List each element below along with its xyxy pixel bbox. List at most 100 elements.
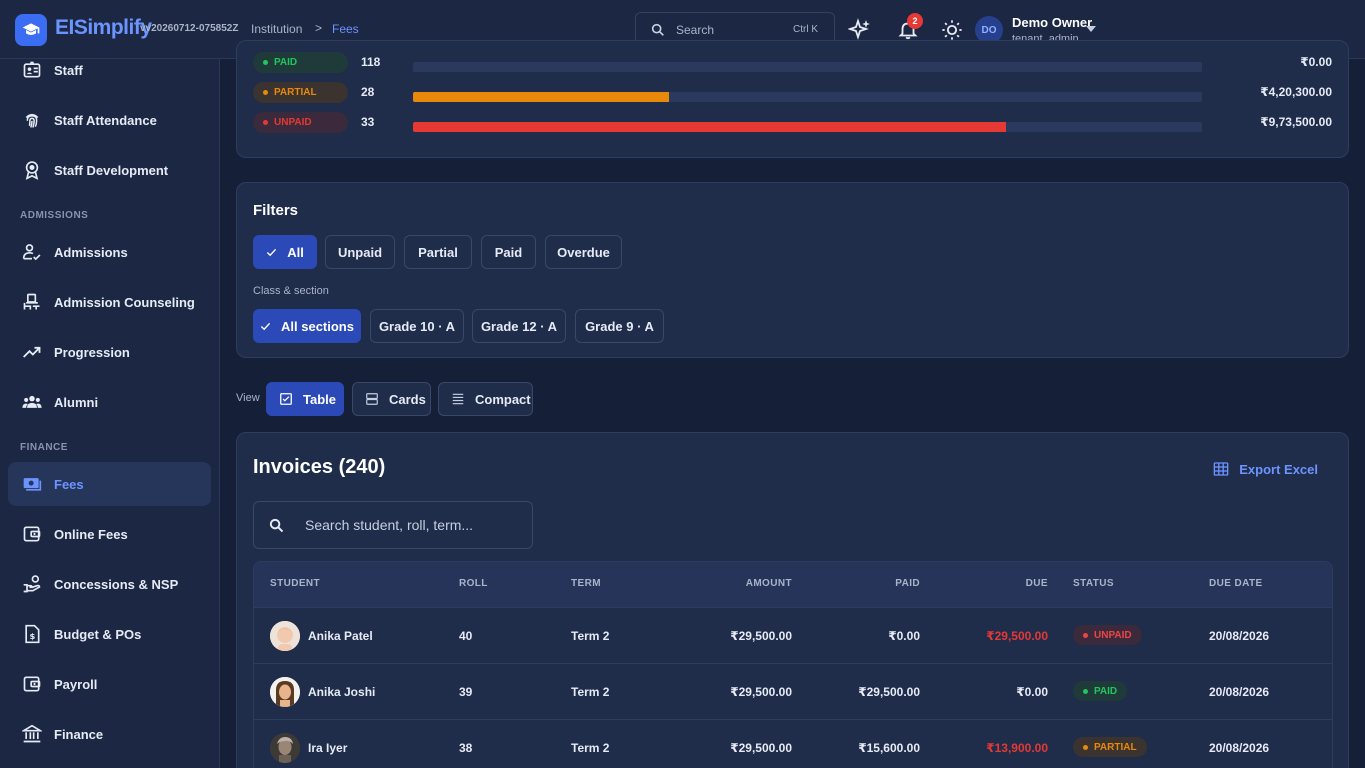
- svg-text:$: $: [30, 631, 36, 641]
- sidebar-item-admissions[interactable]: Admissions: [8, 230, 211, 274]
- compact-list-icon: [452, 393, 464, 405]
- roll-cell: 39: [459, 685, 473, 699]
- staff-badge-icon: [23, 61, 41, 78]
- student-avatar: [270, 677, 300, 707]
- filter-chip-unpaid[interactable]: Unpaid: [325, 235, 395, 269]
- invoice-search-placeholder: Search student, roll, term...: [305, 517, 474, 533]
- view-compact-button[interactable]: Compact: [438, 382, 533, 416]
- status-badge: PARTIAL: [1073, 737, 1147, 757]
- invoices-table: STUDENT ROLL TERM AMOUNT PAID DUE STATUS…: [253, 561, 1333, 768]
- status-dot: [263, 60, 268, 65]
- paid-cell: ₹15,600.00: [858, 741, 920, 755]
- sidebar-item-staff[interactable]: Staff: [8, 59, 211, 92]
- column-header-student[interactable]: STUDENT: [270, 578, 320, 589]
- view-table-button[interactable]: Table: [266, 382, 344, 416]
- ai-sparkle-icon[interactable]: [848, 18, 872, 42]
- invoices-title: Invoices (240): [253, 456, 385, 479]
- filter-chip-overdue[interactable]: Overdue: [545, 235, 622, 269]
- table-icon: [280, 393, 292, 405]
- filter-chip-paid[interactable]: Paid: [481, 235, 536, 269]
- invoice-search-input[interactable]: Search student, roll, term...: [253, 501, 533, 549]
- sidebar-item-label: Staff Attendance: [54, 112, 157, 128]
- sidebar-item-concessions-nsp[interactable]: Concessions & NSP: [8, 562, 211, 606]
- export-excel-button[interactable]: Export Excel: [1213, 461, 1318, 477]
- sidebar-item-online-fees[interactable]: Online Fees: [8, 512, 211, 556]
- app-version: vv20260712-075852Z: [140, 23, 239, 34]
- term-cell: Term 2: [571, 685, 610, 699]
- section-chip-all-sections[interactable]: All sections: [253, 309, 361, 343]
- column-header-due[interactable]: DUE: [1026, 578, 1048, 589]
- summary-status-paid-badge: PAID: [253, 52, 348, 73]
- sidebar-item-budget-pos[interactable]: $ Budget & POs: [8, 612, 211, 656]
- amount-cell: ₹29,500.00: [730, 629, 792, 643]
- status-summary-card: PAID 118 ₹0.00 PARTIAL 28 ₹4,20,300.00 UNPAID 3…: [236, 40, 1349, 158]
- term-cell: Term 2: [571, 741, 610, 755]
- column-header-roll[interactable]: ROLL: [459, 578, 488, 589]
- breadcrumb-institution[interactable]: Institution: [251, 22, 302, 36]
- view-option-label: Compact: [475, 391, 531, 407]
- section-chip-grade-10-a[interactable]: Grade 10 · A: [370, 309, 464, 343]
- column-header-term[interactable]: TERM: [571, 578, 601, 589]
- search-icon: [651, 23, 664, 36]
- money-icon: [23, 478, 42, 491]
- due-date-cell: 20/08/2026: [1209, 741, 1270, 755]
- summary-partial-progress-fill: [413, 92, 670, 102]
- sidebar-item-label: Staff: [54, 62, 83, 78]
- invoices-title-text: Invoices: [253, 456, 334, 478]
- filter-chip-all[interactable]: All: [253, 235, 317, 269]
- sidebar-item-staff-development[interactable]: Staff Development: [8, 148, 211, 192]
- chevron-down-icon[interactable]: [1086, 26, 1096, 32]
- table-row[interactable]: Anika Joshi 39 Term 2 ₹29,500.00 ₹29,500…: [254, 663, 1332, 719]
- user-name[interactable]: Demo Owner: [1012, 15, 1092, 30]
- bank-icon: [22, 724, 42, 743]
- theme-sun-icon[interactable]: [940, 18, 964, 42]
- chip-label: Partial: [418, 244, 458, 260]
- summary-paid-count: 118: [361, 55, 381, 69]
- view-cards-button[interactable]: Cards: [352, 382, 431, 416]
- table-row[interactable]: Ira Iyer 38 Term 2 ₹29,500.00 ₹15,600.00…: [254, 719, 1332, 768]
- grid-table-icon: [1213, 462, 1229, 476]
- search-placeholder: Search: [676, 23, 715, 37]
- column-header-paid[interactable]: PAID: [895, 578, 920, 589]
- column-header-status[interactable]: STATUS: [1073, 578, 1114, 589]
- view-label: View: [236, 392, 260, 404]
- graduation-cap-icon[interactable]: [15, 14, 47, 46]
- sidebar-item-finance[interactable]: Finance: [8, 712, 211, 756]
- sidebar-item-staff-attendance[interactable]: Staff Attendance: [8, 98, 211, 142]
- section-chip-grade-9-a[interactable]: Grade 9 · A: [575, 309, 664, 343]
- student-name[interactable]: Anika Patel: [308, 629, 373, 643]
- sidebar: Staff Staff Attendance Staff Development…: [0, 59, 220, 768]
- student-name[interactable]: Anika Joshi: [308, 685, 375, 699]
- search-shortcut: Ctrl K: [793, 24, 818, 35]
- cards-icon: [366, 393, 378, 405]
- award-icon: [25, 161, 39, 180]
- sidebar-item-fees[interactable]: Fees: [8, 462, 211, 506]
- filter-chip-partial[interactable]: Partial: [404, 235, 472, 269]
- summary-unpaid-amount: ₹9,73,500.00: [1260, 115, 1332, 129]
- table-row[interactable]: Anika Patel 40 Term 2 ₹29,500.00 ₹0.00 ₹…: [254, 607, 1332, 663]
- sidebar-item-alumni[interactable]: Alumni: [8, 380, 211, 424]
- summary-paid-progress-track: [413, 62, 1202, 72]
- sidebar-item-label: Fees: [54, 476, 84, 492]
- student-name[interactable]: Ira Iyer: [308, 741, 347, 755]
- roll-cell: 40: [459, 629, 473, 643]
- section-chip-grade-12-a[interactable]: Grade 12 · A: [472, 309, 566, 343]
- status-badge: UNPAID: [1073, 625, 1142, 645]
- sidebar-item-progression[interactable]: Progression: [8, 330, 211, 374]
- summary-partial-amount: ₹4,20,300.00: [1260, 85, 1332, 99]
- trending-up-icon: [23, 346, 41, 358]
- chip-label: All sections: [281, 318, 354, 334]
- filters-title: Filters: [253, 202, 299, 219]
- sidebar-item-payroll[interactable]: Payroll: [8, 662, 211, 706]
- brand-name[interactable]: EISimplify: [55, 16, 152, 40]
- chip-label: Paid: [494, 244, 523, 260]
- sidebar-item-admission-counseling[interactable]: Admission Counseling: [8, 280, 211, 324]
- due-cell: ₹0.00: [1016, 685, 1048, 699]
- user-check-icon: [22, 244, 41, 261]
- column-header-due-date[interactable]: DUE DATE: [1209, 578, 1263, 589]
- counseling-icon: [23, 293, 40, 310]
- summary-status-label: PARTIAL: [274, 87, 317, 98]
- sidebar-item-label: Staff Development: [54, 162, 169, 178]
- summary-paid-amount: ₹0.00: [1300, 55, 1332, 69]
- column-header-amount[interactable]: AMOUNT: [746, 578, 792, 589]
